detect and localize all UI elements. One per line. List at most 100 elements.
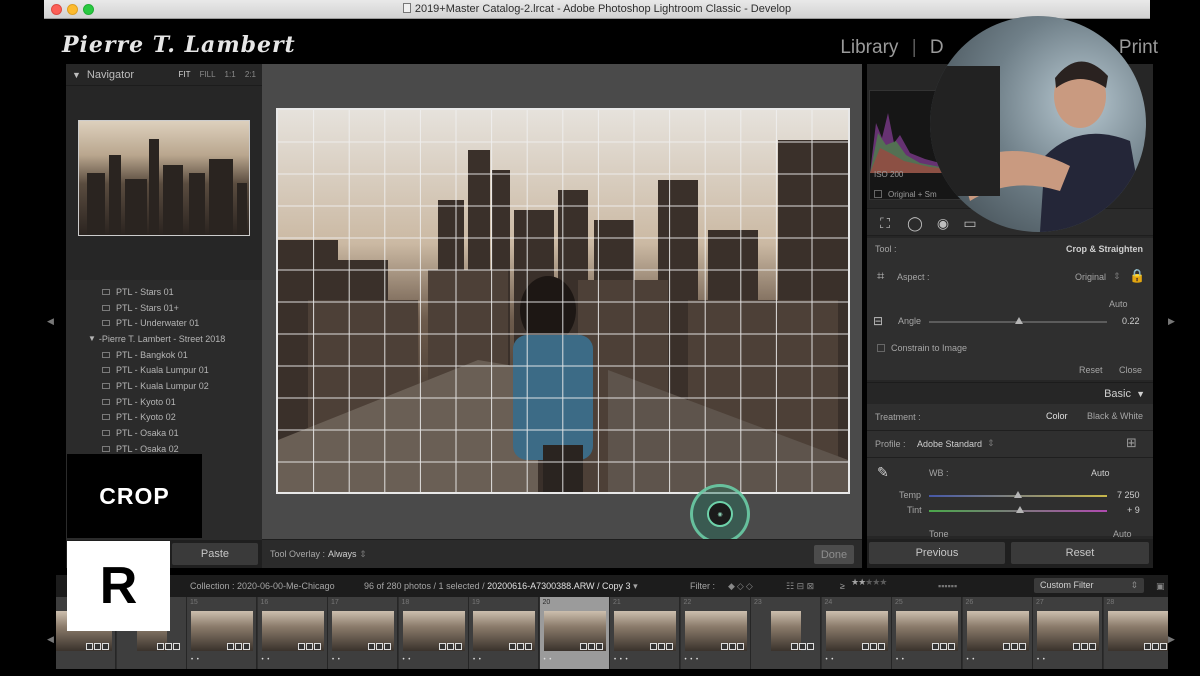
profile-select[interactable]: Adobe Standard: [917, 439, 982, 449]
module-print[interactable]: Print: [1119, 37, 1158, 58]
preset-item[interactable]: PTL - Bangkok 01: [66, 347, 262, 363]
flag-filter-icons[interactable]: ◆◇◇: [728, 581, 755, 592]
badge-icon: [736, 643, 744, 650]
filmstrip-cell[interactable]: 20 • •: [539, 597, 610, 669]
filmstrip-cell[interactable]: 28: [1103, 597, 1168, 669]
badge-icon: [1010, 643, 1018, 650]
custom-filter-select[interactable]: Custom Filter ⇕: [1034, 578, 1144, 593]
angle-slider-thumb[interactable]: [1015, 317, 1023, 324]
filmstrip-cell[interactable]: 24 • •: [821, 597, 892, 669]
identity-plate: Pierre T. Lambert: [62, 32, 296, 58]
preset-item[interactable]: PTL - Stars 01: [66, 284, 262, 300]
filter-lock-icon[interactable]: ▣: [1156, 581, 1165, 592]
badge-icon: [791, 643, 798, 650]
spot-removal-icon[interactable]: ◯: [907, 215, 923, 231]
zoom-fill[interactable]: FILL: [200, 70, 216, 79]
filmstrip-cell[interactable]: 27 • •: [1033, 597, 1103, 669]
preset-item[interactable]: PTL - Kyoto 02: [66, 410, 262, 426]
selected-filename[interactable]: 20200616-A7300388.ARW / Copy 3: [487, 581, 630, 591]
tint-value[interactable]: + 9: [1127, 505, 1140, 515]
basic-panel-header[interactable]: Basic ▼: [867, 382, 1153, 404]
previous-button[interactable]: Previous: [869, 542, 1005, 564]
preset-item[interactable]: PTL - Kuala Lumpur 01: [66, 362, 262, 378]
zoom-2-1[interactable]: 2:1: [245, 70, 256, 79]
filmstrip-cell[interactable]: 25 • •: [892, 597, 962, 669]
right-panel-toggle-icon[interactable]: ▶: [1168, 316, 1175, 327]
paste-button[interactable]: Paste: [172, 543, 258, 565]
badge-icons: [1002, 643, 1026, 650]
navigator-zoom-options: FIT FILL 1:1 2:1: [171, 70, 256, 79]
module-library[interactable]: Library: [840, 37, 898, 58]
zoom-fit[interactable]: FIT: [178, 70, 190, 79]
filmstrip-cell[interactable]: 18 • •: [398, 597, 469, 669]
done-button[interactable]: Done: [814, 545, 854, 564]
edit-filter-icons[interactable]: ☷ ⊟ ⊠: [786, 581, 814, 592]
filmstrip-scroll-right-icon[interactable]: ▶: [1168, 634, 1175, 645]
reset-crop-button[interactable]: Reset: [1079, 365, 1103, 375]
filmstrip-cell[interactable]: 17 • •: [328, 597, 398, 669]
crop-image-area[interactable]: [276, 108, 850, 494]
close-crop-button[interactable]: Close: [1119, 365, 1142, 375]
treatment-bw[interactable]: Black & White: [1087, 411, 1143, 421]
constrain-checkbox[interactable]: [877, 344, 885, 352]
angle-value[interactable]: 0.22: [1122, 316, 1140, 326]
profile-browser-icon[interactable]: ⊞: [1126, 435, 1137, 451]
eyedropper-icon[interactable]: ✎: [877, 464, 889, 481]
collapse-triangle-icon[interactable]: ▼: [1136, 389, 1145, 399]
color-label-filter-icons[interactable]: ▪▪▪▪▪▪: [938, 581, 957, 591]
treatment-color[interactable]: Color: [1046, 411, 1068, 421]
filmstrip-cell[interactable]: 15 • •: [187, 597, 257, 669]
lock-icon[interactable]: 🔒: [1129, 268, 1145, 284]
filter-label: Filter :: [690, 581, 716, 591]
red-eye-icon[interactable]: ◉: [935, 215, 951, 231]
navigator-preview[interactable]: [78, 120, 250, 236]
badge-icons: [297, 643, 321, 650]
aspect-select[interactable]: Original: [1075, 272, 1106, 282]
filmstrip-cell[interactable]: 26 • •: [962, 597, 1033, 669]
badge-icon: [227, 643, 234, 650]
left-panel-toggle-icon[interactable]: ◀: [47, 316, 54, 327]
preset-label: -Pierre T. Lambert - Street 2018: [98, 333, 226, 344]
tone-auto-button[interactable]: Auto: [1113, 529, 1132, 539]
crop-tool-icon[interactable]: ⛶: [877, 215, 893, 231]
navigator-header[interactable]: ▼ Navigator FIT FILL 1:1 2:1: [66, 64, 262, 86]
collapse-triangle-icon[interactable]: ▼: [72, 70, 81, 80]
preset-folder[interactable]: ▼ -Pierre T. Lambert - Street 2018: [66, 331, 262, 347]
collection-label[interactable]: Collection : 2020-06-00-Me-Chicago: [190, 581, 335, 591]
preset-item[interactable]: PTL - Osaka 01: [66, 425, 262, 441]
filmstrip-cell[interactable]: 23: [751, 597, 821, 669]
constrain-to-image[interactable]: Constrain to Image: [877, 343, 967, 353]
star-icon[interactable]: ★: [879, 577, 887, 587]
tool-overlay-select[interactable]: Always: [328, 549, 357, 559]
badge-icon: [1081, 643, 1088, 650]
preset-item[interactable]: PTL - Kuala Lumpur 02: [66, 378, 262, 394]
preset-item[interactable]: PTL - Stars 01+: [66, 300, 262, 316]
tint-slider-thumb[interactable]: [1016, 506, 1024, 513]
filmstrip-cell[interactable]: 22 • • •: [680, 597, 751, 669]
filmstrip-cell[interactable]: 16 • •: [257, 597, 328, 669]
tone-label: Tone: [929, 529, 949, 539]
wb-select[interactable]: Auto: [1091, 468, 1110, 478]
rating-filter-stars[interactable]: ★★★★★: [851, 577, 887, 588]
preset-item[interactable]: PTL - Underwater 01: [66, 315, 262, 331]
reset-button[interactable]: Reset: [1011, 542, 1149, 564]
graduated-filter-icon[interactable]: ▭: [962, 215, 978, 231]
cell-rating: • •: [1037, 657, 1046, 663]
badge-icon: [877, 643, 885, 650]
module-develop[interactable]: D: [930, 37, 944, 58]
temp-slider-thumb[interactable]: [1014, 491, 1022, 498]
preset-item[interactable]: PTL - Kyoto 01: [66, 394, 262, 410]
straighten-tool-icon[interactable]: ⊟: [873, 314, 883, 328]
preset-icon: [102, 320, 110, 327]
cell-rating: • • •: [684, 657, 700, 663]
rating-operator[interactable]: ≥: [840, 581, 845, 591]
iso-readout: ISO 200: [874, 170, 904, 179]
auto-straighten-button[interactable]: Auto: [1109, 299, 1128, 309]
zoom-1-1[interactable]: 1:1: [225, 70, 236, 79]
temp-value[interactable]: 7 250: [1117, 490, 1140, 500]
filmstrip-cell[interactable]: 19 • •: [469, 597, 539, 669]
tint-label: Tint: [907, 505, 922, 515]
badge-icon: [869, 643, 877, 650]
filmstrip-scroll-left-icon[interactable]: ◀: [47, 634, 54, 645]
filmstrip-cell[interactable]: 21 • • •: [610, 597, 680, 669]
